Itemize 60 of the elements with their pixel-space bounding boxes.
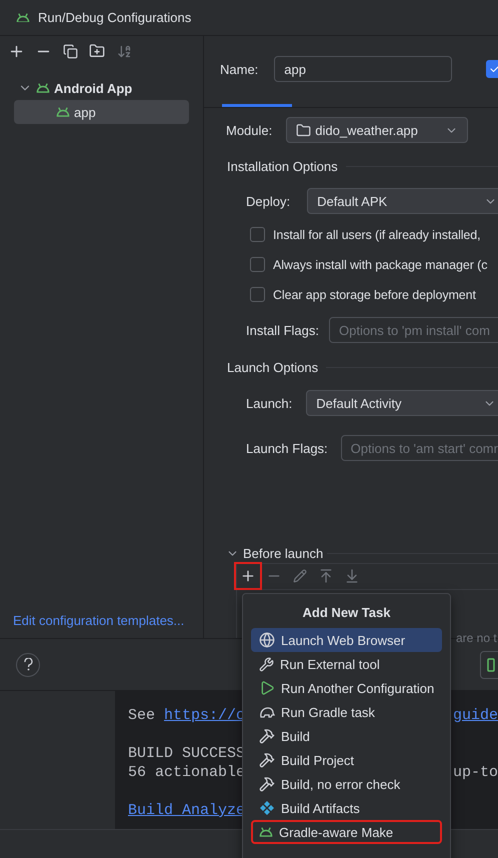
console-link[interactable]: https://c [164, 707, 246, 724]
folder-icon [296, 122, 312, 138]
name-field[interactable]: app [274, 56, 452, 82]
menu-item[interactable]: Build, no error check [251, 772, 442, 796]
question-mark-icon [24, 658, 32, 671]
android-icon [259, 827, 273, 837]
checkbox-label: Always install with package manager (c [273, 258, 488, 272]
help-button[interactable] [16, 652, 40, 676]
tree-item[interactable]: Android App [14, 76, 189, 100]
menu-item[interactable]: Build [251, 724, 442, 748]
field-label: Module: [226, 122, 272, 138]
checkbox-label: Clear app storage before deployment [273, 288, 476, 302]
menu-item[interactable]: Launch Web Browser [251, 628, 442, 652]
new-folder-icon[interactable] [88, 42, 106, 60]
menu-item[interactable]: Run External tool [251, 652, 442, 676]
checkbox-label: Install for all users (if already installed, [273, 228, 480, 242]
wrench-icon [259, 656, 274, 672]
hammer-icon [259, 752, 275, 768]
artifacts-icon [259, 800, 275, 816]
android-icon [56, 107, 70, 117]
checkbox[interactable] [250, 287, 265, 302]
field-label: Name: [220, 62, 258, 76]
menu-item[interactable]: Build Project [251, 748, 442, 772]
empty-text: are no t [456, 631, 498, 645]
menu-item[interactable]: Gradle-aware Make [251, 820, 442, 844]
globe-icon [259, 632, 275, 648]
hammer-icon [259, 728, 275, 744]
console-text: 56 actionable [128, 764, 246, 781]
console-link[interactable]: guide [452, 706, 498, 725]
section-title: Installation Options [227, 159, 338, 174]
module-dropdown[interactable]: dido_weather.app [286, 117, 468, 143]
edit-templates-link[interactable]: Edit configuration templates... [0, 613, 203, 638]
console-text: See [128, 707, 156, 724]
console-text: BUILD SUCCESS [128, 745, 246, 762]
hammer-icon [259, 776, 275, 792]
device-icon [487, 658, 495, 672]
deploy-dropdown[interactable]: Default APK [307, 188, 498, 214]
section-title: Before launch [243, 546, 324, 561]
copy-icon[interactable] [61, 42, 79, 60]
field-label: Launch Flags: [246, 440, 328, 456]
play-icon [259, 680, 275, 696]
field-label: Launch: [246, 396, 292, 410]
console-link[interactable]: Build Analyze [128, 802, 246, 819]
console-text: up-to [452, 763, 498, 782]
section-title: Launch Options [227, 360, 318, 375]
field-label: Deploy: [246, 194, 290, 208]
android-icon [36, 83, 50, 93]
checkbox[interactable] [250, 227, 265, 242]
add-icon[interactable] [234, 562, 262, 590]
menu-item[interactable]: Run Another Configuration [251, 676, 442, 700]
launch-dropdown[interactable]: Default Activity [306, 390, 498, 416]
menu-item[interactable]: Build Artifacts [251, 796, 442, 820]
menu-item[interactable]: Run Gradle task [251, 700, 442, 724]
elephant-icon [259, 705, 275, 719]
tree-item[interactable]: app [14, 100, 189, 124]
field-label: Install Flags: [246, 322, 319, 338]
checkbox[interactable] [250, 257, 265, 272]
popup-title: Add New Task [302, 604, 392, 622]
window-title: Run/Debug Configurations [38, 10, 192, 25]
android-icon [16, 12, 30, 22]
